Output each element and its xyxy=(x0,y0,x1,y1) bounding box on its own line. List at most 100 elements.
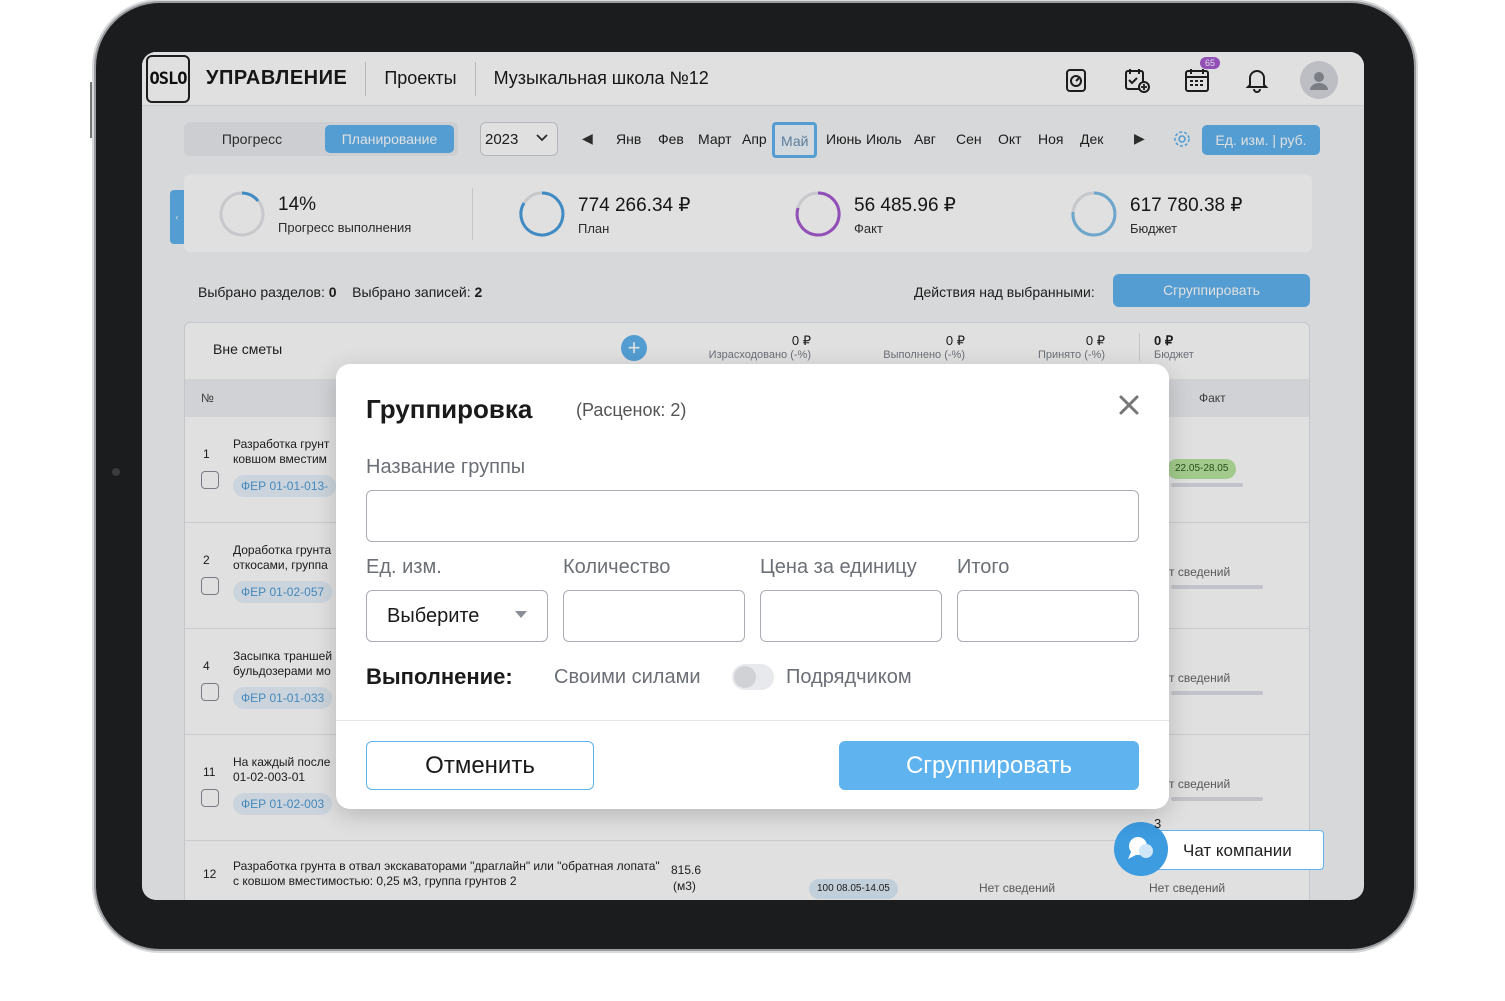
month-aug[interactable]: Авг xyxy=(914,131,936,147)
progress-ring xyxy=(219,191,265,237)
price-input[interactable] xyxy=(760,590,942,642)
records-label: Выбрано записей: xyxy=(352,284,471,300)
sections-label: Выбрано разделов: xyxy=(198,284,325,300)
month-strip: ◀ Янв Фев Март Апр Май Июнь Июль Авг Сен… xyxy=(582,122,1162,158)
toolbar: Прогресс Планирование 2023 ◀ Янв Фев Мар… xyxy=(184,122,1320,158)
row-checkbox[interactable] xyxy=(201,471,219,489)
month-apr[interactable]: Апр xyxy=(742,131,767,147)
budget-stat: 617 780.38 ₽ Бюджет xyxy=(1130,194,1242,236)
avatar[interactable] xyxy=(1300,61,1338,99)
row-code[interactable]: ФЕР 01-01-013- xyxy=(233,475,337,497)
report-icon[interactable] xyxy=(1060,63,1094,97)
chat-unread-count: 3 xyxy=(1154,816,1162,831)
row-title: Разработка грунт ковшом вместим xyxy=(233,437,330,466)
group-selected-button[interactable]: Сгруппировать xyxy=(1113,274,1310,307)
fact-no-data: т сведений xyxy=(1169,777,1231,791)
chevron-down-icon xyxy=(536,134,548,142)
sections-count: 0 xyxy=(328,284,337,300)
row-number: 4 xyxy=(203,659,210,673)
row-code[interactable]: ФЕР 01-01-033 xyxy=(233,687,333,709)
price-label: Цена за единицу xyxy=(760,556,917,578)
row-code[interactable]: ФЕР 01-02-003 xyxy=(233,793,333,815)
unit-label: Ед. изм. xyxy=(366,556,442,578)
quantity-input[interactable] xyxy=(563,590,745,642)
metric-spent-label: Израсходовано (-%) xyxy=(708,349,811,361)
dialog-divider xyxy=(336,720,1169,721)
group-name-input[interactable] xyxy=(366,490,1139,542)
row-checkbox[interactable] xyxy=(201,683,219,701)
prev-month-icon[interactable]: ◀ xyxy=(582,130,593,147)
gear-icon[interactable] xyxy=(1172,129,1192,149)
units-button[interactable]: Ед. изм. | руб. xyxy=(1202,125,1320,155)
collapse-tab[interactable]: ‹ xyxy=(170,190,184,244)
metric-spent: 0 ₽ Израсходовано (-%) xyxy=(693,333,811,361)
year-select[interactable]: 2023 xyxy=(480,122,558,156)
next-month-icon[interactable]: ▶ xyxy=(1134,130,1145,147)
project-name[interactable]: Музыкальная школа №12 xyxy=(494,68,709,89)
calendar-badge: 65 xyxy=(1199,57,1220,69)
own-forces-option[interactable]: Своими силами xyxy=(554,666,701,689)
plan-value: 774 266.34 ₽ xyxy=(578,195,691,216)
month-may[interactable]: Май xyxy=(772,122,818,158)
month-sep[interactable]: Сен xyxy=(956,131,982,147)
summary-divider xyxy=(472,188,473,240)
mode-planning-tab[interactable]: Планирование xyxy=(325,125,454,153)
month-jun[interactable]: Июнь xyxy=(826,131,862,147)
header-divider xyxy=(474,61,476,96)
month-jan[interactable]: Янв xyxy=(616,131,641,147)
grouping-dialog: Группировка (Расценок: 2) Название групп… xyxy=(336,364,1169,809)
unit-select-value: Выберите xyxy=(387,605,480,627)
month-mar[interactable]: Март xyxy=(698,131,732,147)
contractor-option[interactable]: Подрядчиком xyxy=(786,666,912,689)
calendar-add-icon[interactable] xyxy=(1120,63,1154,97)
month-jul[interactable]: Июль xyxy=(866,131,902,147)
total-input[interactable] xyxy=(957,590,1139,642)
summary-card: ‹ 14% Прогресс выполнения 774 266.34 ₽ П… xyxy=(170,174,1312,252)
budget-ring xyxy=(1071,191,1117,237)
app-header: OSLO УПРАВЛЕНИЕ Проекты Музыкальная школ… xyxy=(142,52,1364,106)
toggle-knob xyxy=(734,666,756,688)
projects-link[interactable]: Проекты xyxy=(384,68,456,89)
metric-budget-label: Бюджет xyxy=(1154,349,1194,361)
month-dec[interactable]: Дек xyxy=(1080,131,1103,147)
app-title: УПРАВЛЕНИЕ xyxy=(206,67,348,89)
month-oct[interactable]: Окт xyxy=(998,131,1022,147)
metric-done: 0 ₽ Выполнено (-%) xyxy=(855,333,965,361)
row-code[interactable]: ФЕР 01-02-057 xyxy=(233,581,333,603)
total-label: Итого xyxy=(957,556,1010,578)
progress-label: Прогресс выполнения xyxy=(278,220,412,235)
row-checkbox[interactable] xyxy=(201,577,219,595)
row-checkbox[interactable] xyxy=(201,789,219,807)
col-fact: Факт xyxy=(1199,391,1226,405)
plan-ring xyxy=(519,191,565,237)
add-item-button[interactable]: + xyxy=(621,335,647,361)
plan-label: План xyxy=(578,221,610,236)
mode-progress-tab[interactable]: Прогресс xyxy=(188,125,316,153)
month-nov[interactable]: Ноя xyxy=(1038,131,1063,147)
mode-switch: Прогресс Планирование xyxy=(184,122,458,156)
dialog-subtitle: (Расценок: 2) xyxy=(576,400,687,420)
logo[interactable]: OSLO xyxy=(146,54,190,103)
fact-no-data: т сведений xyxy=(1169,671,1231,685)
tablet-camera xyxy=(112,468,120,476)
close-icon[interactable] xyxy=(1114,390,1144,420)
bell-icon[interactable] xyxy=(1240,63,1274,97)
row-title: Доработка грунта откосами, группа xyxy=(233,543,332,572)
group-button[interactable]: Сгруппировать xyxy=(839,741,1139,790)
cancel-button[interactable]: Отменить xyxy=(366,741,594,790)
row-no-data: Нет сведений xyxy=(1149,881,1226,895)
month-feb[interactable]: Фев xyxy=(658,131,684,147)
fact-stat: 56 485.96 ₽ Факт xyxy=(854,194,956,236)
execution-toggle[interactable] xyxy=(732,664,774,690)
group-name-label: Название группы xyxy=(366,456,526,478)
row-number: 1 xyxy=(203,447,210,461)
plan-date-range: 08.05-14.05 xyxy=(836,883,890,894)
metric-spent-value: 0 ₽ xyxy=(791,333,811,348)
fact-label: Факт xyxy=(854,221,883,236)
fact-no-data: т сведений xyxy=(1169,565,1231,579)
tablet-side-button xyxy=(90,82,92,138)
calendar-icon[interactable]: 65 xyxy=(1180,57,1220,97)
unit-select[interactable]: Выберите xyxy=(366,590,548,642)
row-number: 11 xyxy=(203,765,216,779)
row-title: Разработка грунта в отвал экскаваторами … xyxy=(233,859,660,888)
